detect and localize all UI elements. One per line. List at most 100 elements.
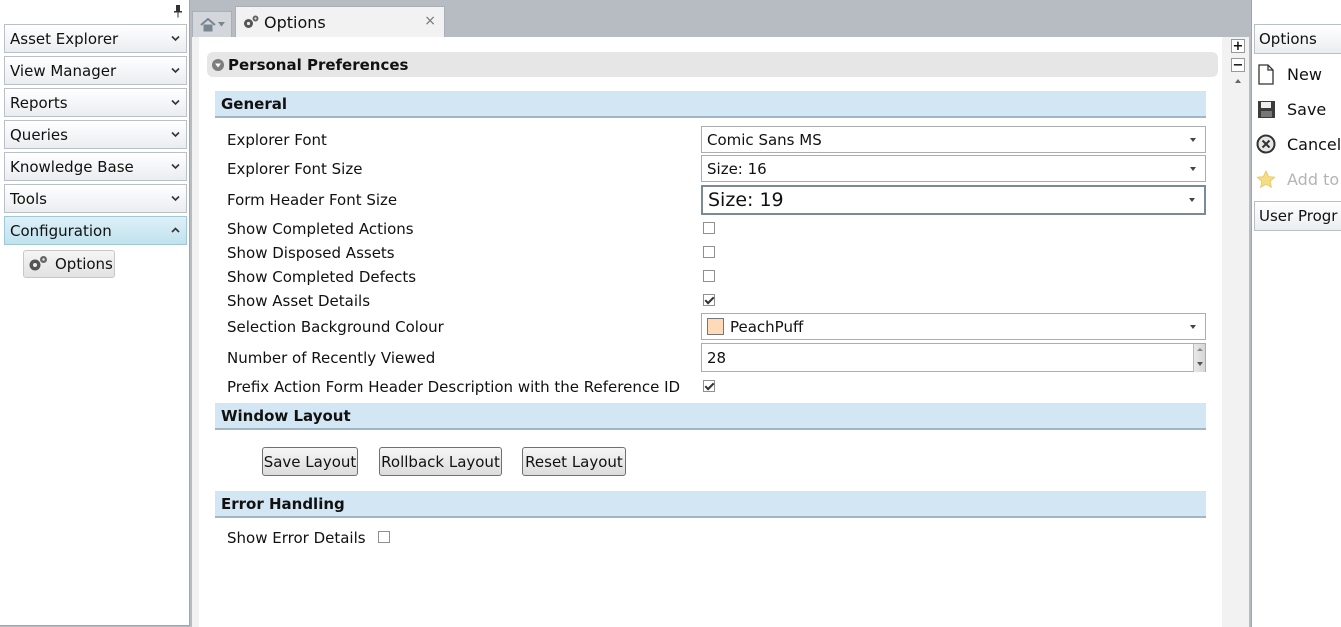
action-label: Cancel [1287, 134, 1341, 154]
show-asset-details-label: Show Asset Details [227, 292, 371, 310]
gears-icon [29, 256, 47, 271]
cancel-button[interactable]: Cancel [1255, 132, 1341, 156]
pin-icon[interactable] [173, 4, 183, 18]
action-label: Add to [1287, 169, 1340, 189]
show-completed-defects-checkbox[interactable] [703, 270, 715, 282]
nav-sub-item-options[interactable]: Options [23, 250, 115, 278]
section-title: Personal Preferences [228, 55, 409, 74]
zoom-strip: + − [1229, 37, 1249, 627]
selection-background-colour-dropdown[interactable]: PeachPuff [701, 313, 1206, 340]
options-actions-header[interactable]: Options [1254, 24, 1341, 54]
dropdown-arrow-icon [1190, 324, 1196, 329]
actions-panel: Options New Save Cancel Add to User Prog… [1251, 0, 1341, 627]
chevron-up-icon [171, 227, 180, 233]
spinner-buttons[interactable] [1193, 344, 1205, 372]
add-to-favourites-button[interactable]: Add to [1255, 167, 1341, 191]
recently-viewed-label: Number of Recently Viewed [227, 349, 436, 367]
tab-label: Options [264, 12, 326, 32]
nav-item-queries[interactable]: Queries [4, 120, 187, 149]
action-label: Save [1287, 99, 1327, 119]
save-icon [1255, 98, 1277, 120]
nav-item-label: Tools [10, 189, 47, 208]
dropdown-arrow-icon [1190, 137, 1196, 142]
gears-icon [244, 15, 259, 28]
show-completed-defects-label: Show Completed Defects [227, 268, 417, 286]
nav-item-tools[interactable]: Tools [4, 184, 187, 213]
general-section-header: General [215, 91, 1206, 118]
dropdown-value: Comic Sans MS [707, 130, 822, 149]
dropdown-value: PeachPuff [730, 317, 804, 336]
prefix-reference-label: Prefix Action Form Header Description wi… [227, 378, 681, 396]
options-document: Personal Preferences General Explorer Fo… [192, 37, 1229, 627]
rollback-layout-button[interactable]: Rollback Layout [379, 447, 502, 476]
nav-item-asset-explorer[interactable]: Asset Explorer [4, 24, 187, 53]
show-completed-actions-label: Show Completed Actions [227, 220, 414, 238]
section-header-label: Window Layout [221, 406, 351, 425]
cancel-icon [1255, 133, 1277, 155]
show-disposed-assets-label: Show Disposed Assets [227, 244, 395, 262]
user-progress-header[interactable]: User Progr [1254, 201, 1341, 231]
chevron-down-icon [171, 99, 180, 106]
colour-swatch [707, 318, 724, 335]
save-button[interactable]: Save [1255, 97, 1341, 121]
new-document-icon [1255, 63, 1277, 85]
chevron-down-icon [171, 67, 180, 74]
section-header-label: General [221, 94, 287, 113]
preferences-form: Personal Preferences General Explorer Fo… [199, 37, 1222, 627]
recently-viewed-spinner[interactable]: 28 [701, 343, 1206, 372]
nav-item-knowledge-base[interactable]: Knowledge Base [4, 152, 187, 181]
show-asset-details-checkbox[interactable] [703, 294, 715, 306]
form-header-font-size-dropdown[interactable]: Size: 19 [701, 185, 1206, 215]
personal-preferences-header[interactable]: Personal Preferences [207, 52, 1218, 77]
nav-item-label: Configuration [10, 221, 112, 240]
dropdown-value: Size: 19 [708, 189, 784, 211]
form-header-font-size-label: Form Header Font Size [227, 191, 398, 209]
selection-background-colour-label: Selection Background Colour [227, 318, 444, 336]
close-icon[interactable]: × [424, 13, 436, 29]
scroll-up-icon[interactable] [1235, 79, 1241, 83]
nav-item-label: Knowledge Base [10, 157, 134, 176]
show-completed-actions-checkbox[interactable] [703, 222, 715, 234]
tab-options[interactable]: Options × [235, 6, 445, 37]
nav-item-view-manager[interactable]: View Manager [4, 56, 187, 85]
spinner-value: 28 [707, 348, 727, 367]
dropdown-arrow-icon [217, 22, 225, 27]
nav-item-label: Reports [10, 93, 68, 112]
expand-all-button[interactable]: + [1231, 39, 1245, 53]
nav-item-label: Queries [10, 125, 68, 144]
collapse-icon [212, 58, 224, 71]
panel-header-label: Options [1259, 30, 1317, 48]
new-button[interactable]: New [1255, 62, 1341, 86]
explorer-font-dropdown[interactable]: Comic Sans MS [701, 126, 1206, 153]
nav-sub-item-label: Options [55, 255, 113, 273]
chevron-down-icon [171, 35, 180, 42]
spinner-down-icon[interactable] [1197, 362, 1203, 366]
chevron-down-icon [171, 195, 180, 202]
navigation-panel: Asset Explorer View Manager Reports Quer… [0, 0, 190, 626]
window-layout-section-header: Window Layout [215, 403, 1206, 430]
panel-header-label: User Progr [1259, 207, 1338, 225]
explorer-font-label: Explorer Font [227, 131, 327, 149]
show-disposed-assets-checkbox[interactable] [703, 246, 715, 258]
save-layout-button[interactable]: Save Layout [262, 447, 358, 476]
error-handling-section-header: Error Handling [215, 491, 1206, 518]
star-icon [1255, 168, 1277, 190]
nav-item-label: Asset Explorer [10, 29, 119, 48]
section-header-label: Error Handling [221, 494, 345, 513]
explorer-font-size-label: Explorer Font Size [227, 160, 363, 178]
show-error-details-label: Show Error Details [227, 529, 366, 547]
nav-item-configuration[interactable]: Configuration [4, 216, 187, 245]
chevron-down-icon [171, 131, 180, 138]
collapse-all-button[interactable]: − [1231, 58, 1245, 72]
reset-layout-button[interactable]: Reset Layout [522, 447, 626, 476]
spinner-up-icon[interactable] [1197, 348, 1203, 351]
nav-item-label: View Manager [10, 61, 117, 80]
dropdown-value: Size: 16 [707, 159, 767, 178]
home-tab[interactable] [192, 11, 232, 37]
show-error-details-checkbox[interactable] [378, 531, 390, 543]
action-label: New [1287, 64, 1322, 84]
explorer-font-size-dropdown[interactable]: Size: 16 [701, 155, 1206, 182]
nav-item-reports[interactable]: Reports [4, 88, 187, 117]
home-icon [199, 17, 216, 31]
prefix-reference-checkbox[interactable] [703, 380, 715, 392]
